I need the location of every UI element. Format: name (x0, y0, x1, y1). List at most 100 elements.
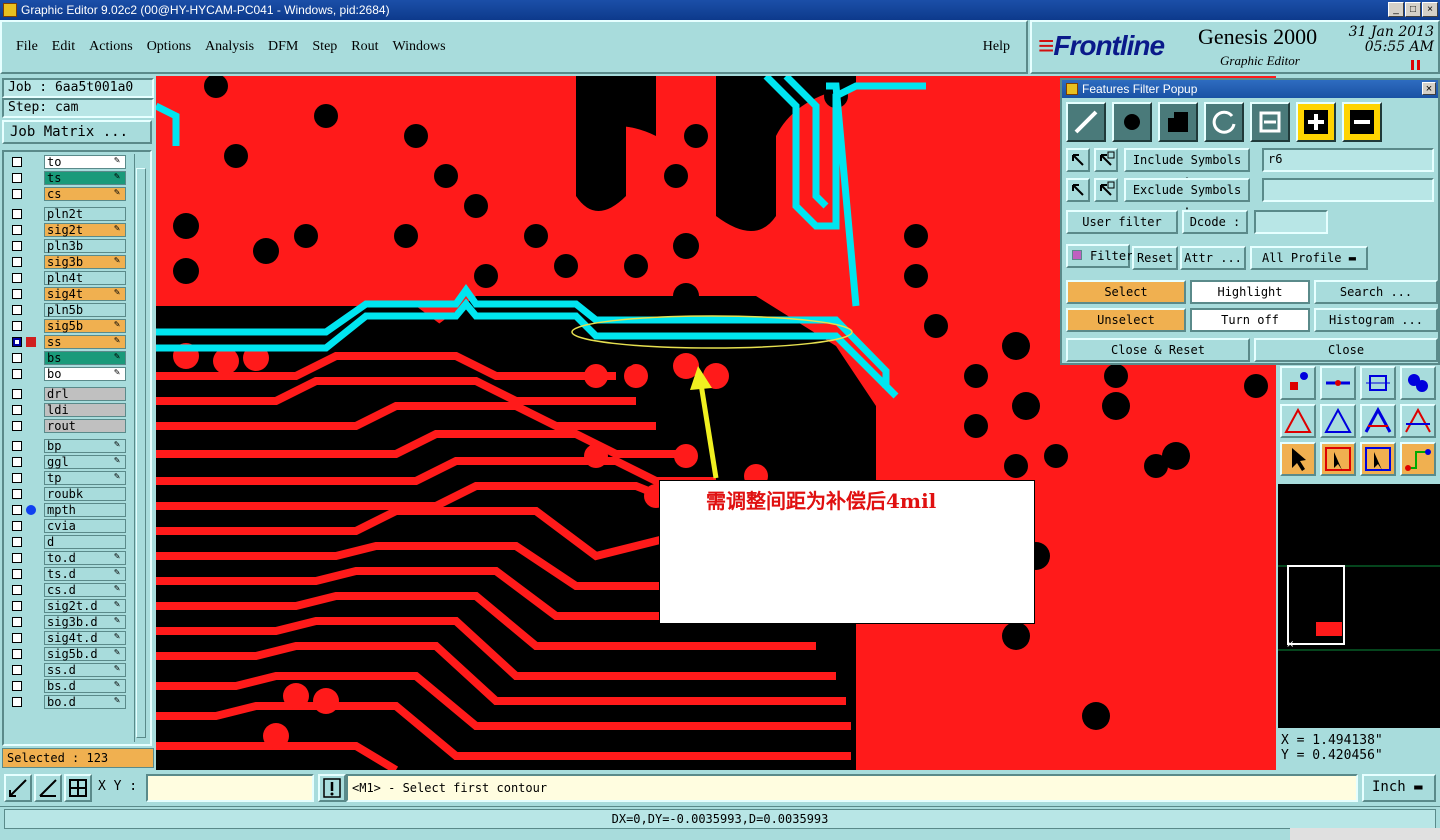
layer-row[interactable]: sig2t.d ✎ (6, 598, 130, 614)
layer-checkbox[interactable] (12, 521, 22, 531)
layer-row[interactable]: ss.d ✎ (6, 662, 130, 678)
menu-analysis[interactable]: Analysis (205, 37, 254, 57)
menu-help[interactable]: Help (983, 37, 1010, 57)
layer-row[interactable]: cs ✎ (6, 186, 130, 202)
pad-tool-icon[interactable] (1280, 366, 1316, 400)
layer-checkbox[interactable] (12, 649, 22, 659)
user-filter-button[interactable]: User filter ... (1066, 210, 1178, 249)
layer-row[interactable]: ts.d ✎ (6, 566, 130, 582)
layer-row[interactable]: pln4t (6, 270, 130, 286)
zoom-window-icon[interactable] (34, 774, 62, 802)
layer-checkbox[interactable] (12, 553, 22, 563)
layer-checkbox[interactable] (12, 489, 22, 499)
layer-checkbox[interactable] (12, 305, 22, 315)
search-button[interactable]: Search ... (1314, 280, 1438, 304)
layer-checkbox[interactable] (12, 273, 22, 283)
attr-button[interactable]: Attr ... (1180, 246, 1246, 270)
alert-icon[interactable] (318, 774, 346, 802)
layer-row[interactable]: bo ✎ (6, 366, 130, 382)
pause-icon[interactable] (1411, 60, 1420, 70)
layer-checkbox[interactable] (12, 569, 22, 579)
exclude-symbols-field[interactable] (1262, 178, 1434, 202)
menu-file[interactable]: File (16, 37, 38, 57)
include-pick-icon[interactable] (1066, 148, 1090, 172)
pointer-box-tool-icon[interactable] (1320, 442, 1356, 476)
menu-options[interactable]: Options (147, 37, 191, 57)
surface-symbol-button[interactable] (1158, 102, 1198, 142)
exclude-symbols-button[interactable]: Exclude Symbols : (1124, 178, 1250, 217)
exclude-pick2-icon[interactable] (1094, 178, 1118, 202)
layer-checkbox[interactable] (12, 173, 22, 183)
popup-close-icon[interactable]: × (1422, 82, 1436, 95)
dcode-label-button[interactable]: Dcode : (1182, 210, 1248, 234)
layer-row[interactable]: sig5b ✎ (6, 318, 130, 334)
layer-checkbox[interactable] (12, 441, 22, 451)
close-button[interactable]: Close (1254, 338, 1438, 362)
zoom-fit-icon[interactable] (4, 774, 32, 802)
layer-row[interactable]: bs ✎ (6, 350, 130, 366)
filter-checkbox-icon[interactable] (1072, 250, 1082, 260)
include-symbols-field[interactable]: r6 (1262, 148, 1434, 172)
grid-icon[interactable] (64, 774, 92, 802)
layer-row[interactable]: ss ✎ (6, 334, 130, 350)
text-symbol-button[interactable] (1250, 102, 1290, 142)
layer-checkbox[interactable] (12, 157, 22, 167)
layer-row[interactable]: sig2t ✎ (6, 222, 130, 238)
reset-button[interactable]: Reset (1132, 246, 1178, 270)
unselect-button[interactable]: Unselect (1066, 308, 1186, 332)
layer-row[interactable]: ggl ✎ (6, 454, 130, 470)
select-button[interactable]: Select (1066, 280, 1186, 304)
layer-checkbox[interactable] (12, 209, 22, 219)
layer-row[interactable]: pln5b (6, 302, 130, 318)
close-reset-button[interactable]: Close & Reset (1066, 338, 1250, 362)
layer-checkbox[interactable] (12, 697, 22, 707)
highlight-button[interactable]: Highlight (1190, 280, 1310, 304)
layer-row[interactable]: cs.d ✎ (6, 582, 130, 598)
layer-checkbox[interactable] (12, 537, 22, 547)
layer-checkbox[interactable] (12, 633, 22, 643)
menu-dfm[interactable]: DFM (268, 37, 298, 57)
layer-row[interactable]: sig3b ✎ (6, 254, 130, 270)
job-matrix-button[interactable]: Job Matrix ... (2, 120, 152, 144)
layer-row[interactable]: sig3b.d ✎ (6, 614, 130, 630)
measure-tool-icon[interactable] (1360, 366, 1396, 400)
layer-checkbox[interactable] (12, 353, 22, 363)
negative-polarity-button[interactable] (1342, 102, 1382, 142)
menu-windows[interactable]: Windows (393, 37, 446, 57)
menu-step[interactable]: Step (312, 37, 337, 57)
exclude-pick-icon[interactable] (1066, 178, 1090, 202)
menu-rout[interactable]: Rout (351, 37, 378, 57)
arch-tool-icon[interactable] (1360, 404, 1396, 438)
layer-checkbox[interactable] (12, 241, 22, 251)
layer-checkbox[interactable] (12, 601, 22, 611)
layer-checkbox[interactable] (12, 321, 22, 331)
layer-checkbox[interactable] (12, 289, 22, 299)
layer-checkbox[interactable] (12, 421, 22, 431)
triangle2-tool-icon[interactable] (1320, 404, 1356, 438)
layer-row[interactable]: tp ✎ (6, 470, 130, 486)
maximize-button[interactable]: □ (1405, 2, 1421, 17)
layer-row[interactable]: bs.d ✎ (6, 678, 130, 694)
include-pick2-icon[interactable] (1094, 148, 1118, 172)
net-tool-icon[interactable] (1400, 442, 1436, 476)
layer-checkbox[interactable] (12, 225, 22, 235)
minimap[interactable]: × (1278, 484, 1440, 728)
layer-checkbox[interactable] (12, 681, 22, 691)
layer-checkbox[interactable] (12, 189, 22, 199)
layer-row[interactable]: pln2t (6, 206, 130, 222)
close-window-button[interactable]: × (1422, 2, 1438, 17)
layer-scrollbar[interactable] (134, 154, 148, 742)
group-tool-icon[interactable] (1400, 366, 1436, 400)
filter-toggle[interactable]: Filter (1066, 244, 1133, 268)
menu-edit[interactable]: Edit (52, 37, 75, 57)
positive-polarity-button[interactable] (1296, 102, 1336, 142)
pointer-tool-icon[interactable] (1280, 442, 1316, 476)
layer-checkbox[interactable] (12, 405, 22, 415)
layer-checkbox[interactable] (12, 505, 22, 515)
layer-row[interactable]: ldi (6, 402, 130, 418)
layer-checkbox[interactable] (12, 337, 22, 347)
pad-symbol-button[interactable] (1112, 102, 1152, 142)
layer-checkbox[interactable] (12, 457, 22, 467)
triangle-tool-icon[interactable] (1280, 404, 1316, 438)
layer-row[interactable]: bp ✎ (6, 438, 130, 454)
